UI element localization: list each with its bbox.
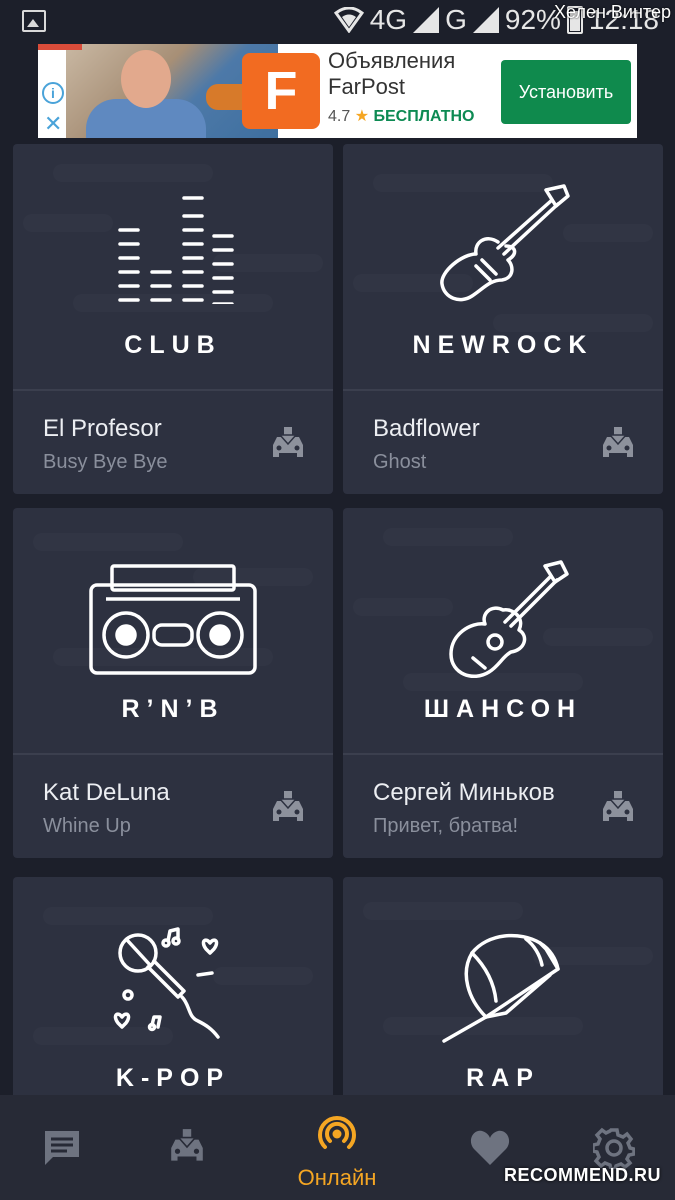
boombox-icon	[89, 564, 257, 675]
nav-online-label: Онлайн	[297, 1165, 377, 1190]
track-name: Ghost	[373, 451, 427, 473]
artist-name: El Profesor	[43, 415, 162, 442]
genre-card-header[interactable]: CLUB	[13, 144, 333, 389]
track-name: Busy Bye Bye	[43, 451, 168, 473]
network-type: 4G	[369, 4, 408, 35]
ad-app-logo: F	[242, 53, 320, 129]
genre-card-header[interactable]: R’N’B	[13, 508, 333, 753]
ad-banner[interactable]: i ✕ F Объявления FarPost 4.7 ★ БЕСПЛАТНО…	[38, 44, 637, 138]
genre-card-chanson[interactable]: ШАНСОН Сергей Миньков Привет, братва!	[343, 508, 663, 858]
chat-icon	[45, 1131, 79, 1165]
microphone-icon	[113, 927, 220, 1039]
genre-title: R’N’B	[121, 695, 225, 723]
genre-card-club[interactable]: CLUB El Profesor Busy Bye Bye	[13, 144, 333, 494]
electric-guitar-icon	[440, 184, 570, 302]
nav-downloads[interactable]	[145, 1095, 229, 1200]
artist-name: Сергей Миньков	[373, 779, 555, 806]
ad-close-icon[interactable]: ✕	[44, 113, 62, 135]
signal-icon-2	[472, 7, 499, 33]
genre-card-newrock[interactable]: NEWROCK Badflower Ghost	[343, 144, 663, 494]
track-name: Whine Up	[43, 815, 131, 837]
watermark-author: Хелен Винтер	[554, 2, 671, 22]
ad-title: Объявления FarPost	[328, 48, 455, 100]
download-car-icon[interactable]	[269, 427, 307, 461]
download-car-icon[interactable]	[269, 791, 307, 825]
gear-icon	[591, 1127, 636, 1171]
download-car-icon	[171, 1129, 203, 1161]
genre-card-rnb[interactable]: R’N’B Kat DeLuna Whine Up	[13, 508, 333, 858]
artist-name: Badflower	[373, 415, 480, 442]
track-name: Привет, братва!	[373, 815, 519, 837]
network-type-2: G	[445, 4, 467, 35]
ad-title-line1: Объявления	[328, 48, 456, 73]
genre-title: NEWROCK	[412, 331, 594, 359]
now-playing[interactable]: Сергей Миньков Привет, братва!	[343, 755, 663, 858]
status-bar: 4G G 92% 12:18 Хелен Винтер	[0, 0, 675, 44]
bottom-navigation: Онлайн RECOMMEND.RU	[0, 1095, 675, 1200]
broadcast-icon	[318, 1115, 356, 1149]
artist-name: Kat DeLuna	[43, 779, 170, 806]
acoustic-guitar-icon	[449, 560, 569, 678]
star-icon: ★	[354, 108, 370, 125]
ad-price: БЕСПЛАТНО	[373, 108, 475, 125]
nav-online[interactable]: Онлайн	[282, 1095, 392, 1200]
signal-icon	[413, 7, 440, 33]
equalizer-icon	[118, 196, 234, 306]
genre-title: K-POP	[115, 1064, 231, 1092]
genre-card-rap[interactable]: RAP	[343, 877, 663, 1122]
ad-install-button[interactable]: Установить	[501, 60, 631, 124]
now-playing[interactable]: El Profesor Busy Bye Bye	[13, 391, 333, 494]
wifi-icon	[333, 7, 364, 33]
battery-percent: 92%	[504, 4, 561, 35]
genre-card-header[interactable]: NEWROCK	[343, 144, 663, 389]
download-car-icon[interactable]	[599, 791, 637, 825]
genre-title: RAP	[466, 1064, 540, 1092]
now-playing[interactable]: Kat DeLuna Whine Up	[13, 755, 333, 858]
watermark-site: RECOMMEND.RU	[504, 1165, 661, 1185]
download-car-icon[interactable]	[599, 427, 637, 461]
ad-info-icon[interactable]: i	[42, 82, 64, 104]
ad-rating: 4.7 ★ БЕСПЛАТНО	[328, 106, 474, 126]
genre-card-kpop[interactable]: K-POP	[13, 877, 333, 1122]
nav-chat[interactable]	[20, 1095, 104, 1200]
now-playing[interactable]: Badflower Ghost	[343, 391, 663, 494]
genre-card-header[interactable]: ШАНСОН	[343, 508, 663, 753]
cap-icon	[442, 933, 560, 1043]
genre-card-header[interactable]: K-POP	[13, 877, 333, 1122]
ad-title-line2: FarPost	[328, 74, 406, 99]
heart-icon	[470, 1130, 510, 1165]
genre-title: CLUB	[124, 331, 222, 359]
ad-marker	[38, 44, 82, 50]
ad-rating-value: 4.7	[328, 108, 351, 125]
genre-title: ШАНСОН	[423, 695, 583, 723]
genre-card-header[interactable]: RAP	[343, 877, 663, 1122]
image-notification-icon	[22, 10, 46, 32]
